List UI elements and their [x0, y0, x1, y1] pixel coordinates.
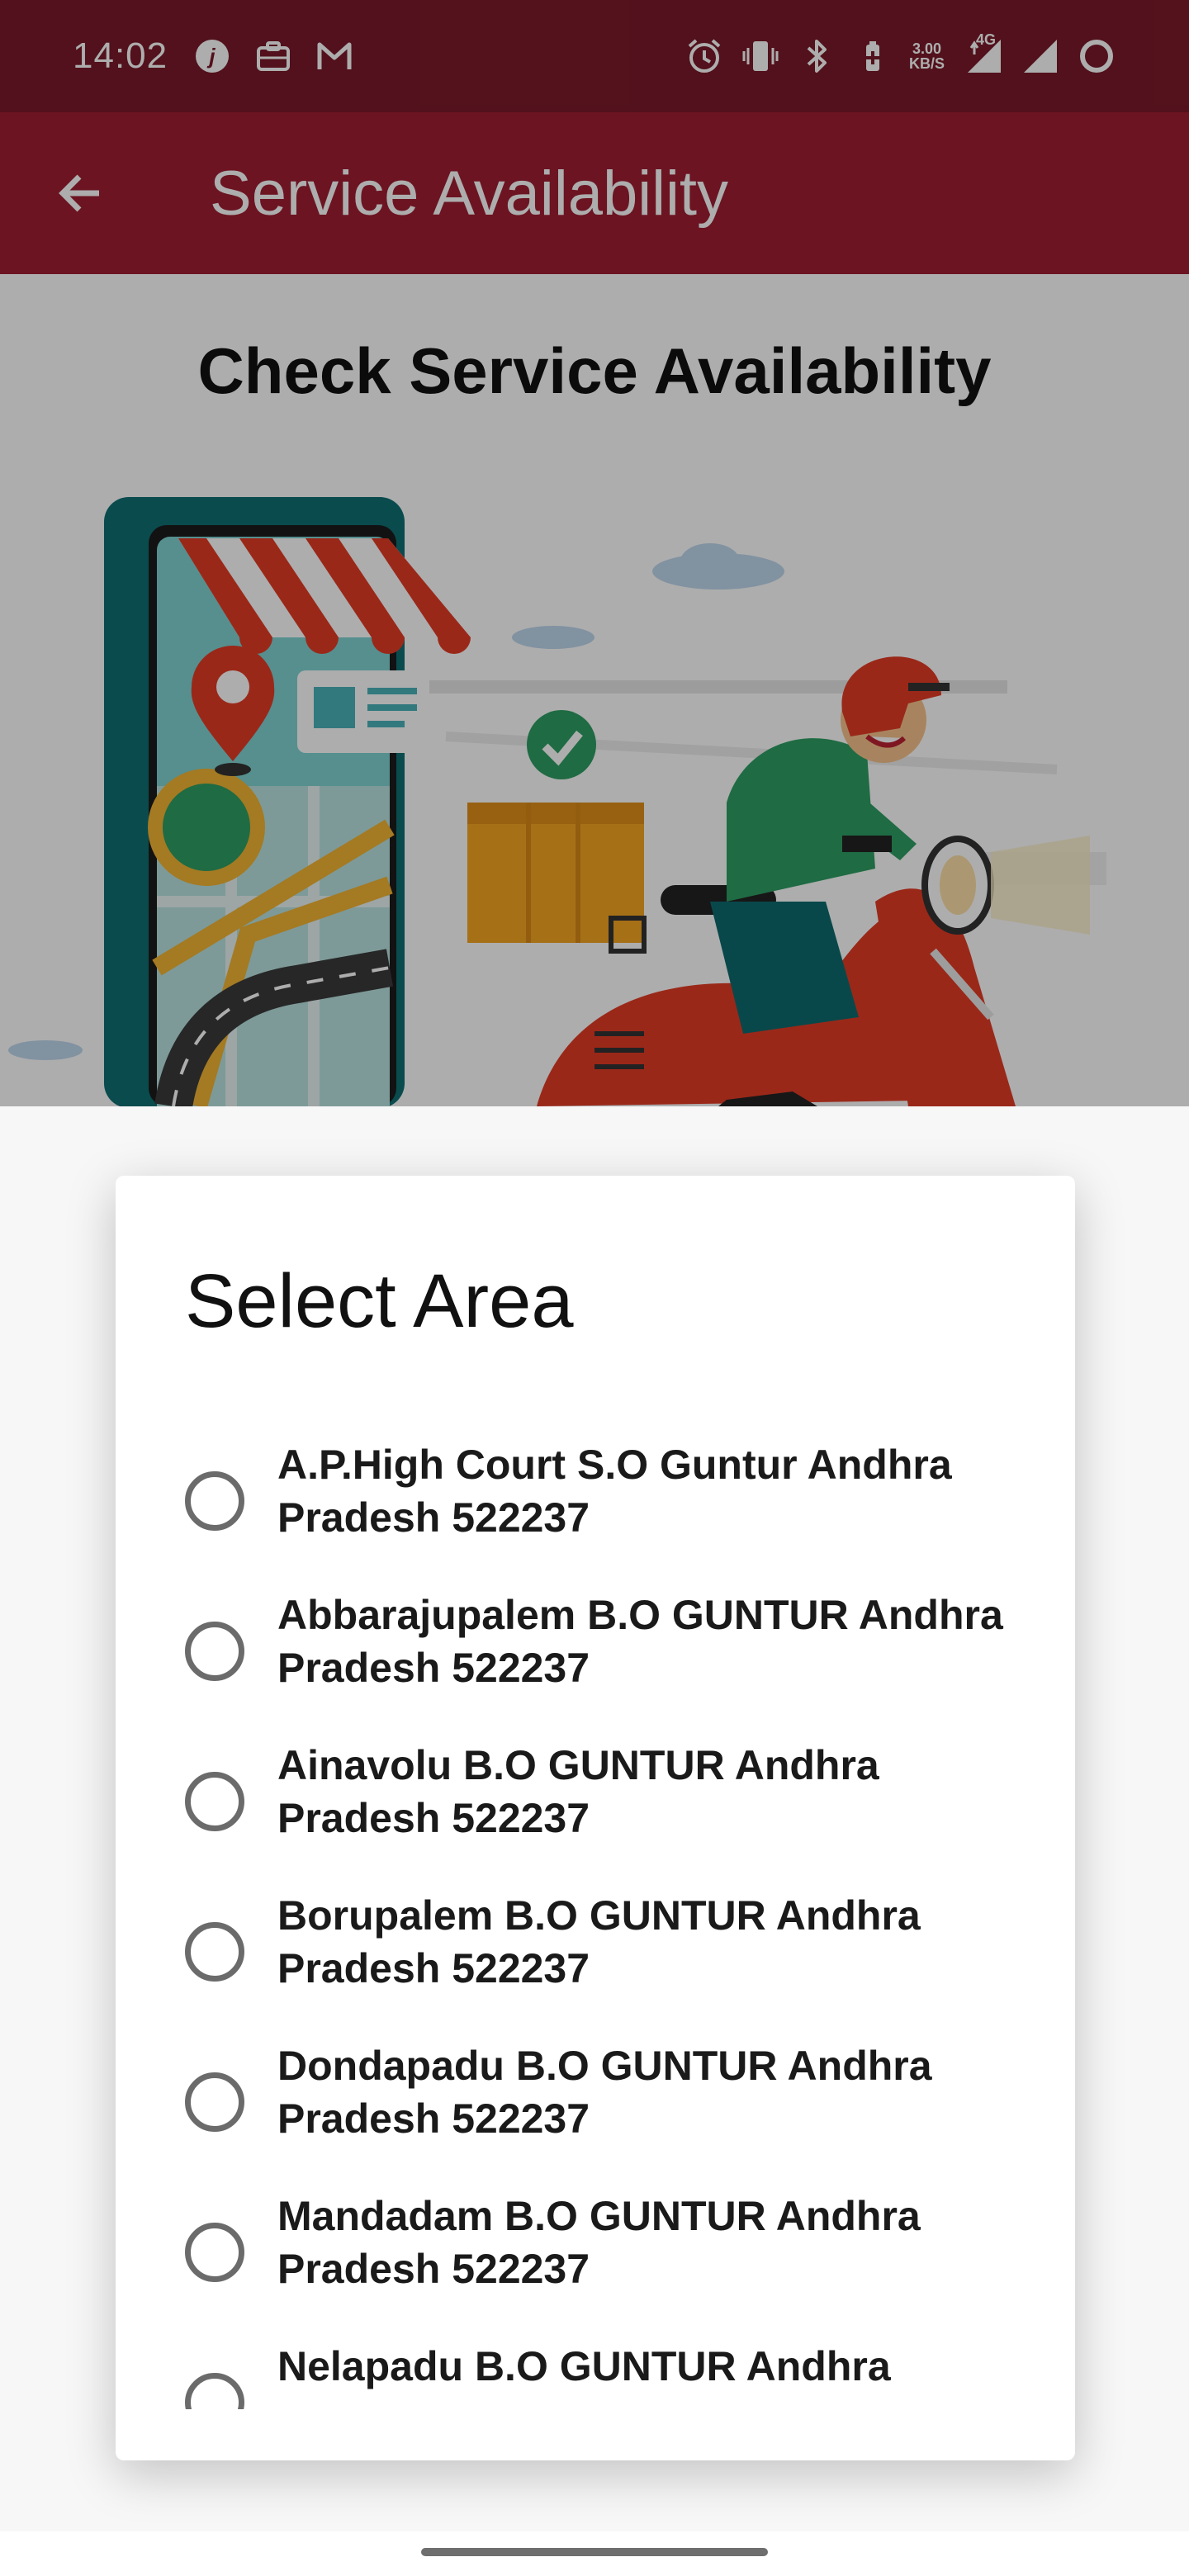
area-option-label: Ainavolu B.O GUNTUR Andhra Pradesh 52223… — [277, 1742, 879, 1841]
radio-button[interactable] — [185, 2072, 244, 2132]
area-option[interactable]: Nelapadu B.O GUNTUR Andhra — [116, 2328, 1075, 2409]
select-area-dialog: Select Area A.P.High Court S.O Guntur An… — [116, 1176, 1075, 2460]
dialog-title: Select Area — [185, 1259, 574, 1343]
home-gesture-handle[interactable] — [421, 2548, 768, 2556]
radio-button[interactable] — [185, 2373, 244, 2409]
area-options-list[interactable]: A.P.High Court S.O Guntur Andhra Pradesh… — [116, 1427, 1075, 2409]
area-option-label: Dondapadu B.O GUNTUR Andhra Pradesh 5222… — [277, 2043, 932, 2142]
radio-button[interactable] — [185, 2223, 244, 2282]
area-option-label: Borupalem B.O GUNTUR Andhra Pradesh 5222… — [277, 1892, 921, 1991]
area-option[interactable]: A.P.High Court S.O Guntur Andhra Pradesh… — [116, 1427, 1075, 1577]
area-option[interactable]: Ainavolu B.O GUNTUR Andhra Pradesh 52223… — [116, 1727, 1075, 1878]
radio-button[interactable] — [185, 1471, 244, 1531]
screen: 14:02 j 3.00 KB/S 4G Service Availabilit… — [0, 0, 1189, 2576]
radio-button[interactable] — [185, 1772, 244, 1831]
area-option-label: Nelapadu B.O GUNTUR Andhra — [277, 2343, 891, 2389]
area-option[interactable]: Abbarajupalem B.O GUNTUR Andhra Pradesh … — [116, 1577, 1075, 1727]
navigation-bar — [0, 2531, 1189, 2576]
area-option-label: A.P.High Court S.O Guntur Andhra Pradesh… — [277, 1442, 952, 1541]
radio-button[interactable] — [185, 1922, 244, 1982]
area-option[interactable]: Dondapadu B.O GUNTUR Andhra Pradesh 5222… — [116, 2028, 1075, 2178]
area-option-label: Mandadam B.O GUNTUR Andhra Pradesh 52223… — [277, 2193, 921, 2292]
dialog-scrim[interactable] — [0, 0, 1189, 1106]
area-option[interactable]: Borupalem B.O GUNTUR Andhra Pradesh 5222… — [116, 1878, 1075, 2028]
area-option-label: Abbarajupalem B.O GUNTUR Andhra Pradesh … — [277, 1592, 1003, 1691]
radio-button[interactable] — [185, 1622, 244, 1681]
area-option[interactable]: Mandadam B.O GUNTUR Andhra Pradesh 52223… — [116, 2178, 1075, 2328]
